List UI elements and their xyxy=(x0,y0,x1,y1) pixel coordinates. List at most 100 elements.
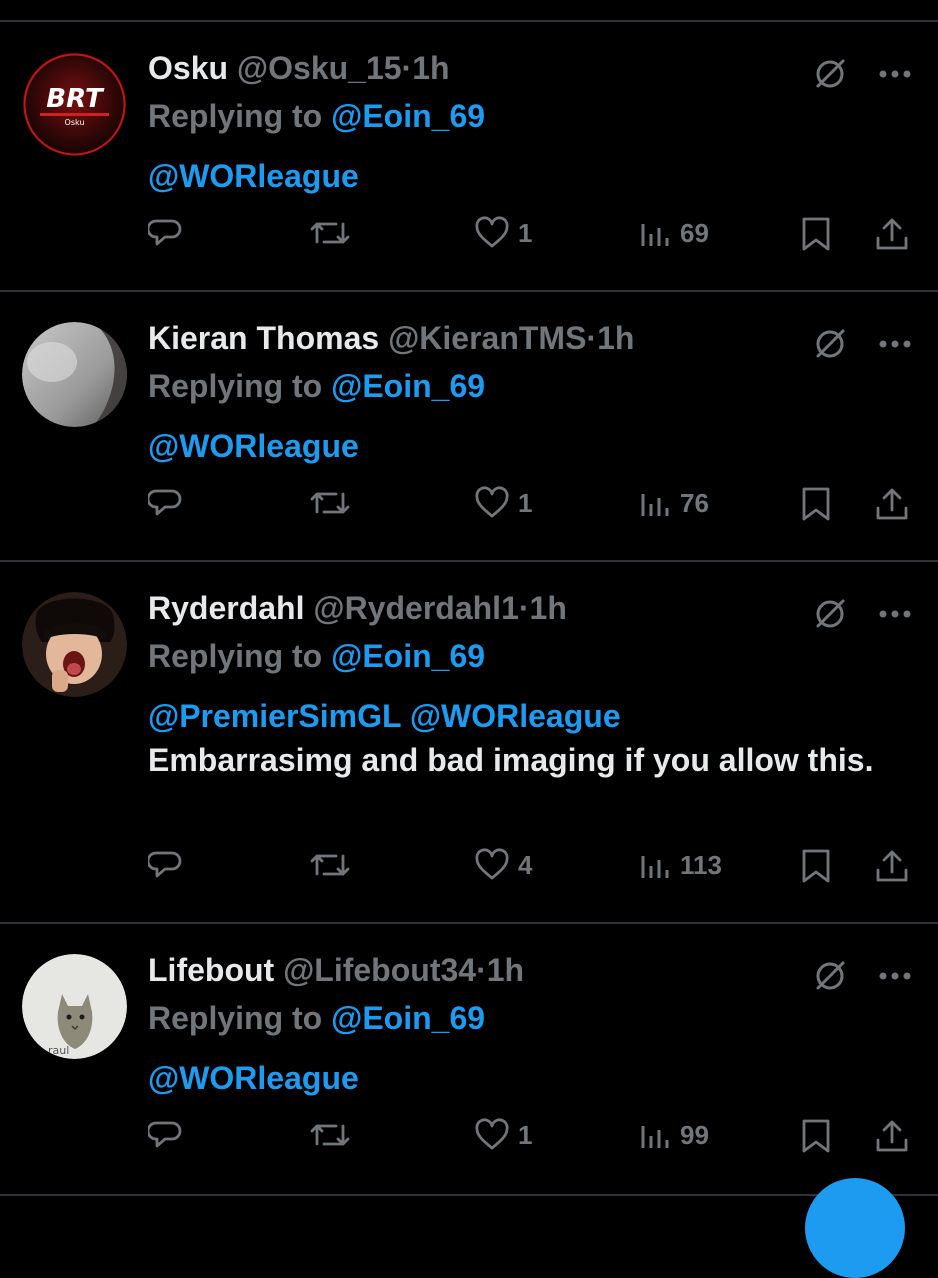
views-button[interactable]: 113 xyxy=(638,848,722,882)
retweet-icon xyxy=(310,222,350,244)
bookmark-button[interactable] xyxy=(800,1118,832,1154)
like-count: 4 xyxy=(518,849,533,880)
bookmark-button[interactable] xyxy=(800,848,832,884)
grok-icon[interactable] xyxy=(812,56,848,92)
mention-links[interactable]: @WORleague xyxy=(148,428,359,464)
more-icon[interactable] xyxy=(878,609,912,619)
avatar-kieran[interactable] xyxy=(22,322,127,427)
tweet-header: Lifebout @Lifebout34·1h xyxy=(148,950,918,990)
bookmark-icon xyxy=(802,487,830,521)
like-icon xyxy=(475,1118,509,1150)
tweet-ryderdahl[interactable]: Ryderdahl @Ryderdahl1·1h Replying to @Eo… xyxy=(0,562,938,924)
mention-links[interactable]: @WORleague xyxy=(148,158,359,194)
separator-dot: · xyxy=(518,590,530,626)
like-button[interactable]: 1 xyxy=(474,486,532,520)
replying-prefix: Replying to xyxy=(148,638,323,674)
like-button[interactable]: 4 xyxy=(474,848,532,882)
user-handle[interactable]: @KieranTMS xyxy=(388,320,586,356)
compose-button[interactable] xyxy=(805,1178,905,1278)
bookmark-button[interactable] xyxy=(800,216,832,252)
bookmark-icon xyxy=(802,849,830,883)
tweet-text: @WORleague xyxy=(148,154,918,198)
more-icon[interactable] xyxy=(878,339,912,349)
share-button[interactable] xyxy=(874,216,910,252)
more-icon[interactable] xyxy=(878,69,912,79)
replying-to-link[interactable]: @Eoin_69 xyxy=(331,368,485,404)
replying-to-link[interactable]: @Eoin_69 xyxy=(331,638,485,674)
share-button[interactable] xyxy=(874,1118,910,1154)
display-name[interactable]: Lifebout xyxy=(148,952,274,988)
more-icon[interactable] xyxy=(878,971,912,981)
like-count: 1 xyxy=(518,217,533,248)
views-button[interactable]: 99 xyxy=(638,1118,709,1152)
tweet-header: Ryderdahl @Ryderdahl1·1h xyxy=(148,588,918,628)
anime-avatar xyxy=(22,592,127,697)
replying-to-link[interactable]: @Eoin_69 xyxy=(331,1000,485,1036)
like-icon xyxy=(475,216,509,248)
mention-links[interactable]: @WORleague xyxy=(148,1060,359,1096)
retweet-button[interactable] xyxy=(308,486,360,520)
separator-dot: · xyxy=(401,50,413,86)
tweet-text: @PremierSimGL @WORleague Embarrasimg and… xyxy=(148,694,918,782)
display-name[interactable]: Kieran Thomas xyxy=(148,320,379,356)
like-button[interactable]: 1 xyxy=(474,216,532,250)
grok-icon[interactable] xyxy=(812,958,848,994)
tweet-header: Kieran Thomas @KieranTMS·1h xyxy=(148,318,918,358)
replying-prefix: Replying to xyxy=(148,98,323,134)
reply-icon xyxy=(148,489,182,516)
like-button[interactable]: 1 xyxy=(474,1118,532,1152)
views-button[interactable]: 76 xyxy=(638,486,709,520)
views-icon xyxy=(641,224,669,246)
tweet-kieran[interactable]: Kieran Thomas @KieranTMS·1h Replying to … xyxy=(0,292,938,562)
tweet-actions: 4 113 xyxy=(148,848,918,896)
reply-icon xyxy=(148,219,182,246)
tweet-lifebout[interactable]: raul Lifebout @Lifebout34·1h Replying to… xyxy=(0,924,938,1196)
reply-button[interactable] xyxy=(148,848,190,882)
retweet-button[interactable] xyxy=(308,1118,360,1152)
view-count: 99 xyxy=(680,1119,709,1150)
timestamp[interactable]: 1h xyxy=(597,320,634,356)
user-handle[interactable]: @Osku_15 xyxy=(237,50,402,86)
replying-prefix: Replying to xyxy=(148,1000,323,1036)
mention-links[interactable]: @PremierSimGL @WORleague xyxy=(148,694,918,738)
views-button[interactable]: 69 xyxy=(638,216,709,250)
share-button[interactable] xyxy=(874,486,910,522)
user-handle[interactable]: @Lifebout34 xyxy=(283,952,476,988)
bookmark-button[interactable] xyxy=(800,486,832,522)
avatar-osku[interactable]: BRT Osku xyxy=(22,52,127,157)
view-count: 76 xyxy=(680,487,709,518)
views-icon xyxy=(641,1126,669,1148)
share-icon xyxy=(876,850,908,882)
timestamp[interactable]: 1h xyxy=(530,590,567,626)
avatar-ryderdahl[interactable] xyxy=(22,592,127,697)
retweet-button[interactable] xyxy=(308,848,360,882)
display-name[interactable]: Ryderdahl xyxy=(148,590,304,626)
reply-button[interactable] xyxy=(148,216,190,250)
cat-avatar: raul xyxy=(22,954,127,1059)
views-icon xyxy=(641,856,669,878)
timestamp[interactable]: 1h xyxy=(487,952,524,988)
share-icon xyxy=(876,218,908,250)
timestamp[interactable]: 1h xyxy=(412,50,449,86)
grok-icon[interactable] xyxy=(812,326,848,362)
grok-icon[interactable] xyxy=(812,596,848,632)
retweet-button[interactable] xyxy=(308,216,360,250)
replying-to: Replying to @Eoin_69 xyxy=(148,998,918,1038)
separator-dot: · xyxy=(586,320,598,356)
avatar-lifebout[interactable]: raul xyxy=(22,954,127,1059)
brt-logo-avatar: BRT Osku xyxy=(22,52,127,157)
share-icon xyxy=(876,1120,908,1152)
reply-button[interactable] xyxy=(148,1118,190,1152)
bookmark-icon xyxy=(802,217,830,251)
tweet-osku[interactable]: BRT Osku Osku @Osku_15·1h Replying to @E… xyxy=(0,22,938,292)
replying-to: Replying to @Eoin_69 xyxy=(148,96,918,136)
tweet-body: Embarrasimg and bad imaging if you allow… xyxy=(148,742,874,778)
retweet-icon xyxy=(310,1124,350,1146)
replying-prefix: Replying to xyxy=(148,368,323,404)
replying-to-link[interactable]: @Eoin_69 xyxy=(331,98,485,134)
share-button[interactable] xyxy=(874,848,910,884)
reply-button[interactable] xyxy=(148,486,190,520)
display-name[interactable]: Osku xyxy=(148,50,228,86)
user-handle[interactable]: @Ryderdahl1 xyxy=(313,590,518,626)
like-icon xyxy=(475,848,509,880)
